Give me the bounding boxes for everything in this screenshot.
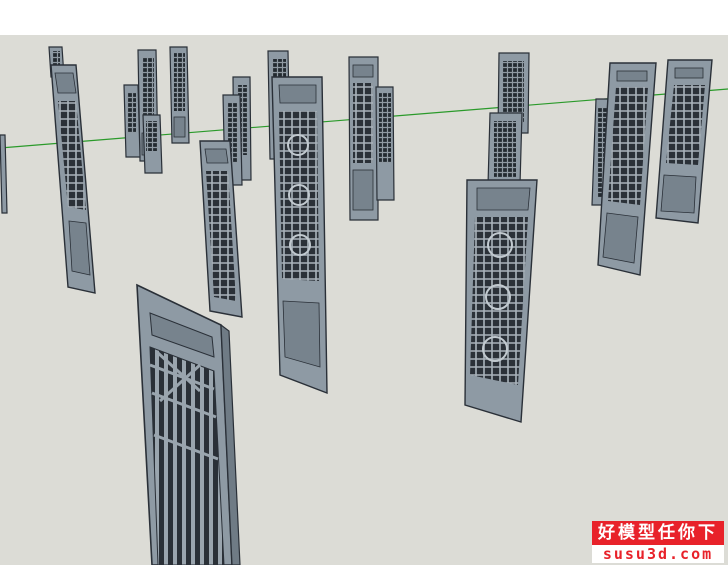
door-panel-foreground[interactable]: [136, 283, 241, 565]
window-top-bar: [0, 0, 728, 35]
watermark-url: susu3d.com: [592, 545, 724, 563]
door-panel-right-3[interactable]: [655, 59, 713, 224]
door-panel-back-5[interactable]: [169, 46, 190, 144]
scene-canvas[interactable]: [0, 35, 728, 565]
door-panel-back-9[interactable]: [348, 56, 379, 221]
door-panel-left-tall[interactable]: [50, 64, 96, 294]
door-panel-center-right[interactable]: [464, 179, 538, 423]
door-panel-back-3[interactable]: [123, 84, 141, 158]
watermark-badge: 好模型任你下 susu3d.com: [592, 521, 724, 563]
door-panel-center[interactable]: [271, 76, 328, 395]
door-panel-back-12[interactable]: [487, 112, 523, 186]
model-viewport[interactable]: 好模型任你下 susu3d.com: [0, 35, 728, 565]
door-panel-far-left[interactable]: [0, 134, 8, 214]
watermark-title: 好模型任你下: [592, 521, 724, 545]
door-panel-back-10[interactable]: [375, 86, 395, 201]
door-panel-back-4[interactable]: [142, 114, 163, 174]
door-panel-right-2[interactable]: [597, 62, 657, 276]
